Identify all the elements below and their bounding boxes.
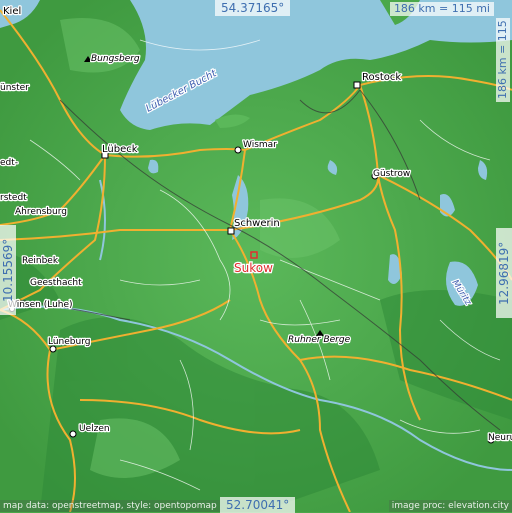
label-luneburg: Lüneburg — [48, 337, 90, 347]
label-rstedt-partial: rstedt — [0, 193, 27, 203]
credit-map-data[interactable]: map data: openstreetmap, style: opentopo… — [0, 500, 220, 512]
label-bungsberg: Bungsberg — [91, 54, 140, 64]
label-wismar: Wismar — [243, 140, 277, 150]
label-uelzen: Uelzen — [79, 424, 110, 434]
label-munster-partial: ünster — [0, 83, 29, 93]
scale-vertical: 186 km = 115 mi — [496, 18, 512, 102]
label-reinbek: Reinbek — [22, 256, 59, 266]
label-kiel: Kiel — [3, 6, 21, 17]
longitude-left-label: 10.15569° — [0, 225, 16, 315]
credit-image-proc[interactable]: image proc: elevation.city — [388, 500, 512, 512]
label-winsen: Winsen (Luhe) — [8, 300, 73, 310]
label-ruhner-berge: Ruhner Berge — [288, 335, 351, 345]
label-lubeck: Lübeck — [102, 144, 138, 155]
label-edt-partial: edt- — [0, 158, 18, 168]
latitude-bottom-label: 52.70041° — [220, 497, 296, 513]
label-ahrensburg: Ahrensburg — [15, 207, 67, 217]
label-sukow: Sukow — [234, 261, 273, 275]
longitude-right-label: 12.96819° — [496, 228, 512, 318]
map-canvas[interactable]: Kiel Bungsberg Rostock Lübeck Wismar Güs… — [0, 0, 512, 512]
label-neuru: Neuru — [488, 433, 512, 443]
label-rostock: Rostock — [362, 72, 401, 83]
latitude-top-label: 54.37165° — [215, 0, 291, 16]
label-geesthacht: Geesthacht — [30, 278, 82, 288]
label-gustrow: Güstrow — [373, 169, 410, 179]
scale-horizontal: 186 km = 115 mi — [389, 2, 494, 16]
label-schwerin: Schwerin — [234, 218, 280, 229]
